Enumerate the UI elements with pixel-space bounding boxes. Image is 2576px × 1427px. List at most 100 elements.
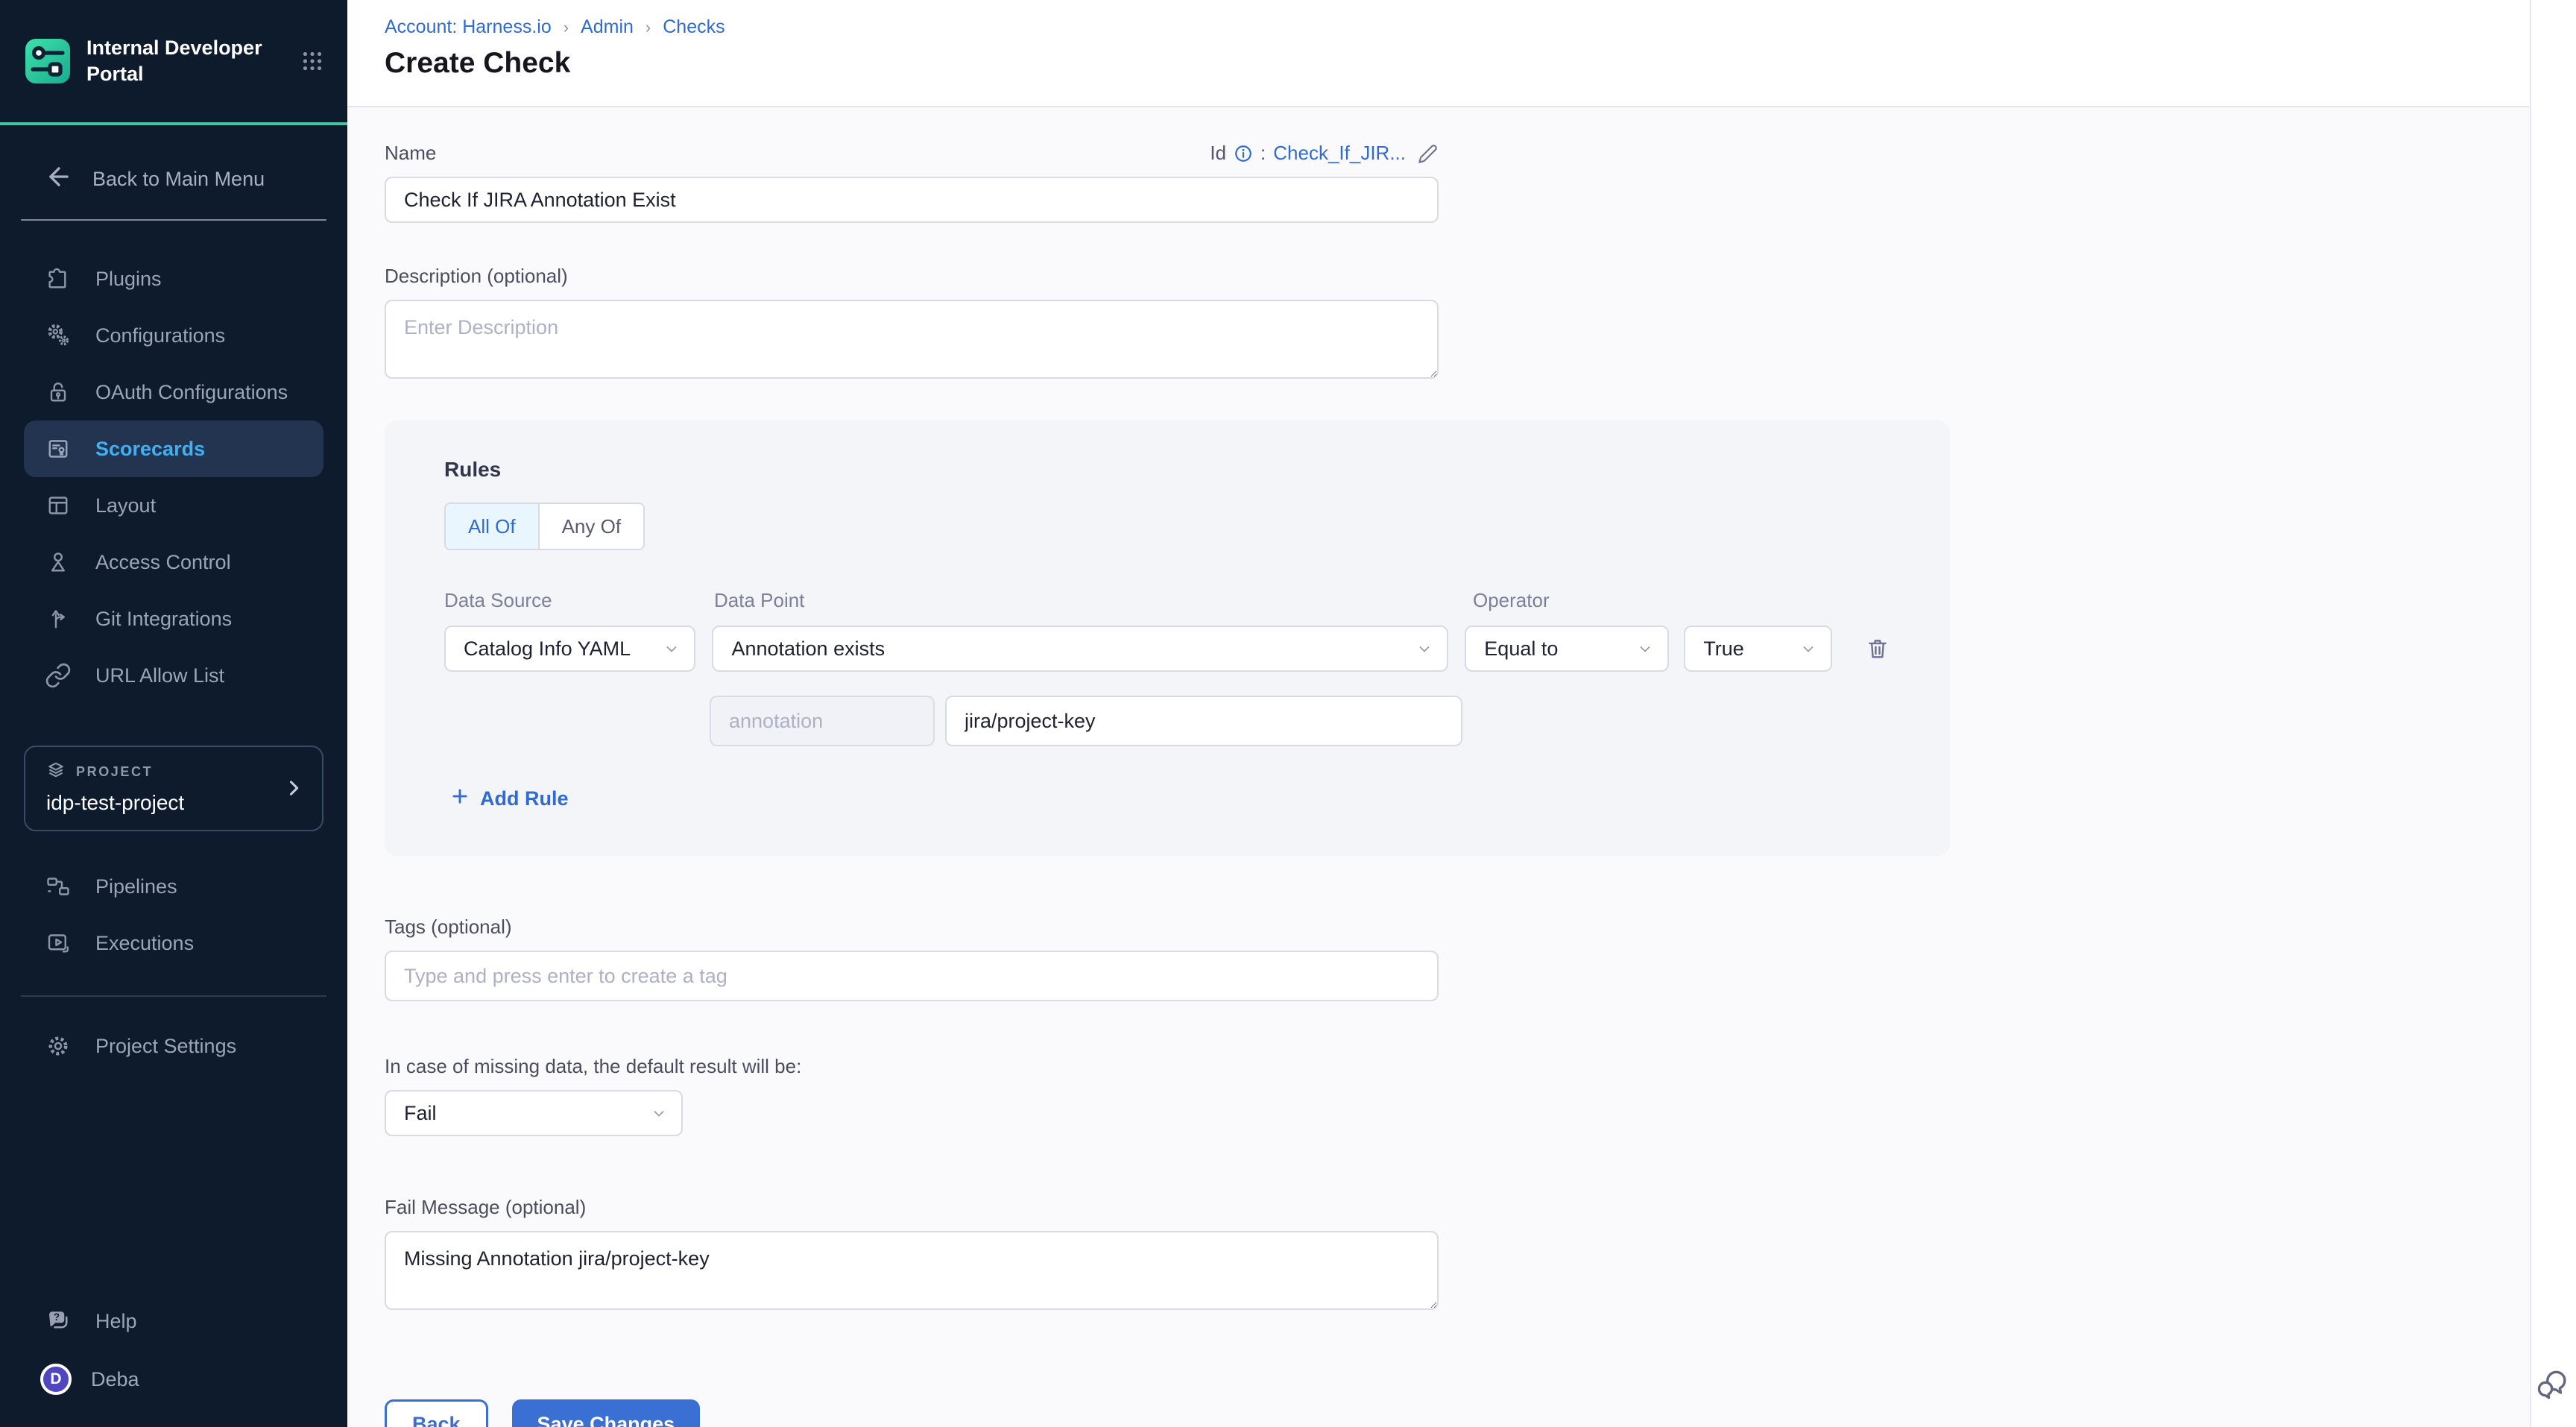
any-of-toggle[interactable]: Any Of — [538, 504, 643, 549]
check-id-link[interactable]: Check_If_JIR... — [1273, 142, 1406, 165]
sidebar-item-configurations[interactable]: Configurations — [24, 307, 323, 364]
delete-rule-icon[interactable] — [1865, 636, 1890, 661]
rule-row: Catalog Info YAML Annotation exists Equa… — [444, 626, 1890, 672]
id-separator: : — [1260, 142, 1266, 165]
chevron-down-icon — [1636, 640, 1654, 658]
gears-icon — [45, 322, 72, 349]
data-point-label: Data Point — [714, 589, 1473, 612]
app-launcher-icon[interactable] — [301, 50, 323, 72]
sidebar-item-layout[interactable]: Layout — [24, 477, 323, 534]
branch-arrows-icon — [45, 605, 72, 632]
plus-icon — [450, 787, 470, 811]
fail-message-label: Fail Message (optional) — [385, 1196, 2530, 1219]
form-actions: Back Save Changes — [385, 1399, 2530, 1427]
page-title: Create Check — [385, 47, 2530, 80]
project-name: idp-test-project — [46, 791, 184, 815]
operator-label: Operator — [1473, 589, 1550, 612]
annotation-key-input[interactable] — [710, 696, 935, 746]
sidebar-item-executions[interactable]: Executions — [24, 915, 323, 971]
description-input[interactable] — [385, 300, 1439, 379]
divider — [21, 995, 326, 997]
breadcrumb-account[interactable]: Account: Harness.io — [385, 16, 552, 38]
user-menu[interactable]: D Deba — [0, 1349, 347, 1409]
info-icon[interactable] — [1234, 144, 1253, 163]
link-icon — [45, 662, 72, 689]
rule-inputs — [710, 696, 1890, 746]
sidebar: Internal Developer Portal Back to Main M… — [0, 0, 347, 1427]
operator-select[interactable]: Equal to — [1465, 626, 1669, 672]
sidebar-item-plugins[interactable]: Plugins — [24, 251, 323, 307]
chevron-down-icon — [1415, 640, 1433, 658]
add-rule-button[interactable]: Add Rule — [450, 787, 569, 811]
sidebar-item-help[interactable]: ? Help — [24, 1293, 323, 1349]
rule-column-labels: Data Source Data Point Operator — [444, 589, 1890, 612]
tags-label: Tags (optional) — [385, 916, 2530, 939]
main-column: Account: Harness.io › Admin › Checks Cre… — [347, 0, 2530, 1427]
rules-mode-toggle: All Of Any Of — [444, 503, 645, 550]
chevron-down-icon — [650, 1104, 668, 1122]
sidebar-item-scorecards[interactable]: Scorecards — [24, 420, 323, 477]
breadcrumb-admin[interactable]: Admin — [581, 16, 634, 38]
create-check-form: Name Id : Check_If_JIR... Description (o… — [347, 107, 2530, 1427]
sidebar-item-pipelines[interactable]: Pipelines — [24, 858, 323, 915]
layers-icon — [46, 760, 66, 784]
layout-icon — [45, 492, 72, 519]
project-eyebrow: PROJECT — [76, 764, 153, 780]
page-header: Account: Harness.io › Admin › Checks Cre… — [347, 0, 2530, 107]
scorecard-icon — [45, 435, 72, 462]
chevron-down-icon — [1799, 640, 1817, 658]
data-source-select[interactable]: Catalog Info YAML — [444, 626, 695, 672]
breadcrumb-checks[interactable]: Checks — [663, 16, 724, 38]
all-of-toggle[interactable]: All Of — [446, 504, 538, 549]
chat-support-icon[interactable] — [2534, 1366, 2572, 1403]
sidebar-header: Internal Developer Portal — [0, 0, 347, 125]
help-chat-icon: ? — [45, 1308, 72, 1335]
back-button[interactable]: Back — [385, 1399, 488, 1427]
fail-message-input[interactable]: Missing Annotation jira/project-key — [385, 1231, 1439, 1310]
breadcrumb: Account: Harness.io › Admin › Checks — [385, 16, 2530, 38]
project-selector[interactable]: PROJECT idp-test-project — [24, 746, 323, 831]
user-name: Deba — [91, 1368, 139, 1391]
arrow-left-icon — [45, 163, 73, 196]
lock-icon — [45, 379, 72, 406]
project-menu: Pipelines Executions — [0, 858, 347, 971]
sidebar-item-access-control[interactable]: Access Control — [24, 534, 323, 590]
missing-data-label: In case of missing data, the default res… — [385, 1055, 2530, 1078]
avatar: D — [40, 1364, 72, 1395]
data-point-select[interactable]: Annotation exists — [712, 626, 1448, 672]
play-box-icon — [45, 930, 72, 957]
data-source-label: Data Source — [444, 589, 714, 612]
person-icon — [45, 549, 72, 576]
id-row: Id : Check_If_JIR... — [1210, 142, 1439, 165]
gear-icon — [45, 1033, 72, 1059]
description-label: Description (optional) — [385, 265, 2530, 288]
name-input[interactable] — [385, 177, 1439, 223]
idp-logo-icon — [24, 37, 72, 85]
back-to-main-menu[interactable]: Back to Main Menu — [0, 161, 347, 197]
svg-text:?: ? — [54, 1311, 60, 1323]
sidebar-item-oauth-configurations[interactable]: OAuth Configurations — [24, 364, 323, 420]
chevron-right-icon — [283, 778, 304, 798]
help-menu: ? Help — [0, 1293, 347, 1349]
sidebar-item-git-integrations[interactable]: Git Integrations — [24, 590, 323, 647]
tags-input[interactable] — [385, 951, 1439, 1001]
app: Internal Developer Portal Back to Main M… — [0, 0, 2576, 1427]
default-result-select[interactable]: Fail — [385, 1090, 683, 1136]
sidebar-item-url-allow-list[interactable]: URL Allow List — [24, 647, 323, 704]
annotation-value-input[interactable] — [945, 696, 1462, 746]
right-rail — [2530, 0, 2576, 1427]
puzzle-icon — [45, 265, 72, 292]
id-label: Id — [1210, 142, 1226, 165]
breadcrumb-separator: › — [645, 18, 651, 37]
pipelines-icon — [45, 873, 72, 900]
breadcrumb-separator: › — [564, 18, 569, 37]
name-label: Name — [385, 142, 436, 165]
rules-card: Rules All Of Any Of Data Source Data Poi… — [385, 420, 1950, 856]
admin-menu: Plugins Configurations OAuth Configurati… — [0, 251, 347, 704]
operator-value-select[interactable]: True — [1684, 626, 1832, 672]
save-changes-button[interactable]: Save Changes — [512, 1399, 701, 1427]
app-title: Internal Developer Portal — [86, 35, 265, 87]
back-label: Back to Main Menu — [92, 168, 265, 191]
edit-pencil-icon[interactable] — [1418, 143, 1439, 164]
sidebar-item-project-settings[interactable]: Project Settings — [24, 1018, 323, 1074]
